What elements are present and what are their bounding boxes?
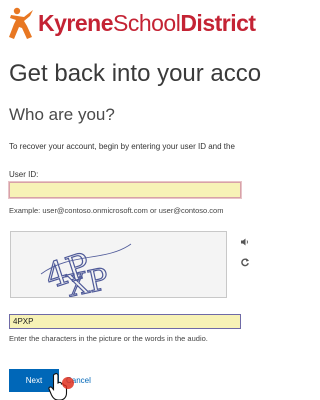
captcha-hint: Enter the characters in the picture or t… [9,334,208,343]
logo-text-district: District [180,10,256,36]
captcha-image: 4P XP [10,231,227,298]
password-reset-page: KyreneSchoolDistrict Get back into your … [0,0,262,400]
user-id-label: User ID: [9,170,39,179]
captcha-distorted-text: 4P XP [11,232,226,297]
logo-text-school: School [112,10,181,36]
intro-text: To recover your account, begin by enteri… [9,142,235,151]
logo-text-kyrene: Kyrene [38,10,113,36]
user-id-input[interactable] [9,182,241,198]
captcha-input[interactable] [9,314,241,329]
logo-wordmark: KyreneSchoolDistrict [38,8,256,38]
kyrene-figure-icon [9,7,33,39]
page-subtitle: Who are you? [9,105,115,124]
refresh-icon[interactable] [240,257,250,267]
speaker-icon[interactable] [240,237,250,247]
kyrene-logo: KyreneSchoolDistrict [6,6,256,40]
hand-cursor-icon [48,373,74,400]
user-id-example: Example: user@contoso.onmicrosoft.com or… [9,206,224,215]
page-title: Get back into your accoun [9,60,262,87]
